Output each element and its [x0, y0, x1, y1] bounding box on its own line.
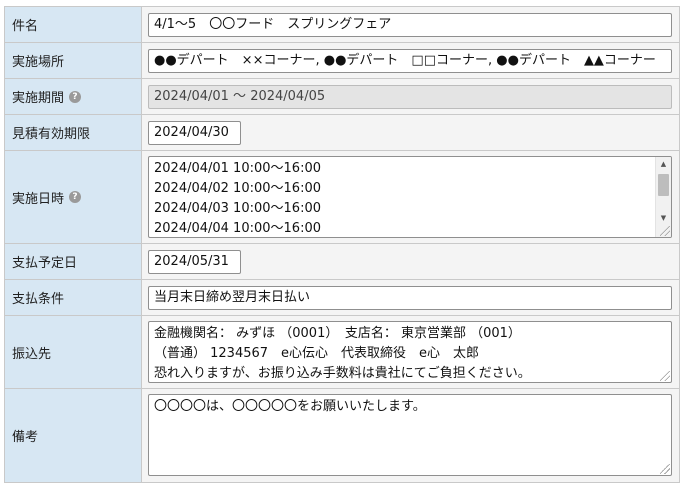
resize-grip-icon[interactable]: [660, 464, 670, 474]
label-text: 支払予定日: [12, 256, 78, 271]
label-text: 見積有効期限: [12, 127, 91, 142]
label-payment-date: 支払予定日: [5, 244, 142, 279]
estimate-form: 件名 4/1～5 〇〇フード スプリングフェア 実施場所 ●●デパート ××コー…: [4, 6, 680, 483]
textarea-line: 恐れ入りますが、お振り込み手数料は貴社にてご負担ください。: [154, 366, 531, 381]
value-cell: 2024/04/30: [142, 115, 680, 150]
textarea-line: 金融機関名： みずほ （0001） 支店名： 東京営業部 （001）: [154, 326, 521, 341]
label-datetimes: 実施日時 ?: [5, 151, 142, 243]
datetimes-textarea[interactable]: 2024/04/01 10:00～16:00 2024/04/02 10:00～…: [148, 156, 672, 238]
value-cell: 4/1～5 〇〇フード スプリングフェア: [142, 7, 680, 42]
location-input[interactable]: ●●デパート ××コーナー, ●●デパート □□コーナー, ●●デパート ▲▲コ…: [148, 48, 672, 73]
subject-input[interactable]: 4/1～5 〇〇フード スプリングフェア: [148, 12, 672, 37]
value-cell: 〇〇〇〇は、〇〇〇〇〇をお願いいたします。: [142, 389, 680, 482]
question-circle-icon[interactable]: ?: [69, 191, 82, 203]
row-payment-terms: 支払条件 当月末日締め翌月末日払い: [5, 280, 680, 316]
textarea-line: 2024/04/02 10:00～16:00: [154, 181, 321, 196]
label-bank: 振込先: [5, 316, 142, 388]
row-estimate-expiry: 見積有効期限 2024/04/30: [5, 115, 680, 151]
payment-terms-input[interactable]: 当月末日締め翌月末日払い: [148, 285, 672, 310]
row-location: 実施場所 ●●デパート ××コーナー, ●●デパート □□コーナー, ●●デパー…: [5, 43, 680, 79]
label-estimate-expiry: 見積有効期限: [5, 115, 142, 150]
value-cell: 当月末日締め翌月末日払い: [142, 280, 680, 315]
question-circle-icon[interactable]: ?: [69, 90, 82, 103]
payment-date-input[interactable]: 2024/05/31: [148, 249, 241, 274]
label-subject: 件名: [5, 7, 142, 42]
label-remarks: 備考: [5, 389, 142, 482]
estimate-expiry-input[interactable]: 2024/04/30: [148, 120, 241, 145]
row-bank: 振込先 金融機関名： みずほ （0001） 支店名： 東京営業部 （001） （…: [5, 316, 680, 389]
value-cell: ●●デパート ××コーナー, ●●デパート □□コーナー, ●●デパート ▲▲コ…: [142, 43, 680, 78]
period-input: 2024/04/01 ～ 2024/04/05: [148, 84, 672, 109]
triangle-up-icon[interactable]: ▲: [656, 157, 671, 171]
resize-grip-icon[interactable]: [660, 226, 670, 236]
label-text: 備考: [12, 430, 39, 445]
textarea-line: 2024/04/04 10:00～16:00: [154, 221, 321, 236]
row-subject: 件名 4/1～5 〇〇フード スプリングフェア: [5, 7, 680, 43]
label-text: 実施期間: [12, 91, 65, 106]
row-period: 実施期間 ? 2024/04/01 ～ 2024/04/05: [5, 79, 680, 115]
remarks-textarea[interactable]: 〇〇〇〇は、〇〇〇〇〇をお願いいたします。: [148, 394, 672, 476]
resize-grip-icon[interactable]: [660, 371, 670, 381]
label-text: 実施日時: [12, 191, 65, 207]
row-payment-date: 支払予定日 2024/05/31: [5, 244, 680, 280]
scrollbar-thumb[interactable]: [658, 174, 669, 196]
triangle-down-icon[interactable]: ▼: [656, 211, 671, 225]
value-cell: 2024/04/01 10:00～16:00 2024/04/02 10:00～…: [142, 151, 680, 243]
row-datetimes: 実施日時 ? 2024/04/01 10:00～16:00 2024/04/02…: [5, 151, 680, 244]
label-location: 実施場所: [5, 43, 142, 78]
row-remarks: 備考 〇〇〇〇は、〇〇〇〇〇をお願いいたします。: [5, 389, 680, 483]
label-text: 振込先: [12, 346, 52, 362]
label-text: 支払条件: [12, 292, 65, 307]
value-cell: 2024/05/31: [142, 244, 680, 279]
textarea-line: 2024/04/01 10:00～16:00: [154, 161, 321, 176]
bank-textarea[interactable]: 金融機関名： みずほ （0001） 支店名： 東京営業部 （001） （普通） …: [148, 321, 672, 383]
label-payment-terms: 支払条件: [5, 280, 142, 315]
value-cell: 2024/04/01 ～ 2024/04/05: [142, 79, 680, 114]
textarea-line: （普通） 1234567 e心伝心 代表取締役 e心 太郎: [154, 346, 480, 361]
textarea-line: 2024/04/03 10:00～16:00: [154, 201, 321, 216]
label-text: 実施場所: [12, 55, 65, 70]
value-cell: 金融機関名： みずほ （0001） 支店名： 東京営業部 （001） （普通） …: [142, 316, 680, 388]
textarea-line: 〇〇〇〇は、〇〇〇〇〇をお願いいたします。: [154, 399, 426, 414]
scrollbar[interactable]: ▲ ▼: [655, 157, 671, 237]
label-period: 実施期間 ?: [5, 79, 142, 114]
label-text: 件名: [12, 19, 39, 34]
